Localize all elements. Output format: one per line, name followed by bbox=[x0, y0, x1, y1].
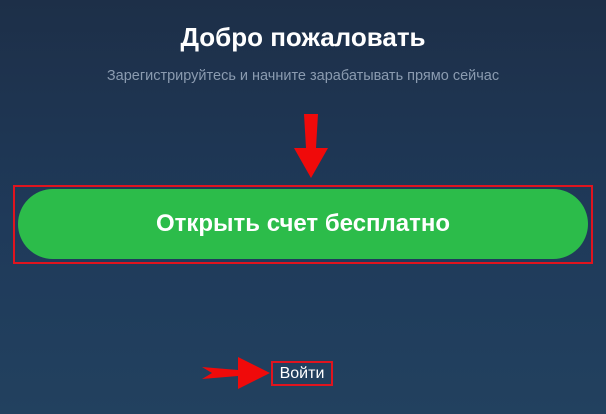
arrow-down-icon bbox=[294, 114, 328, 178]
page-subtitle: Зарегистрируйтесь и начните зарабатывать… bbox=[106, 68, 500, 84]
page-title: Добро пожаловать bbox=[180, 22, 426, 52]
login-link[interactable]: Войти bbox=[271, 361, 333, 386]
arrow-right-icon bbox=[202, 357, 270, 389]
open-account-button[interactable]: Открыть счет бесплатно bbox=[18, 189, 588, 259]
